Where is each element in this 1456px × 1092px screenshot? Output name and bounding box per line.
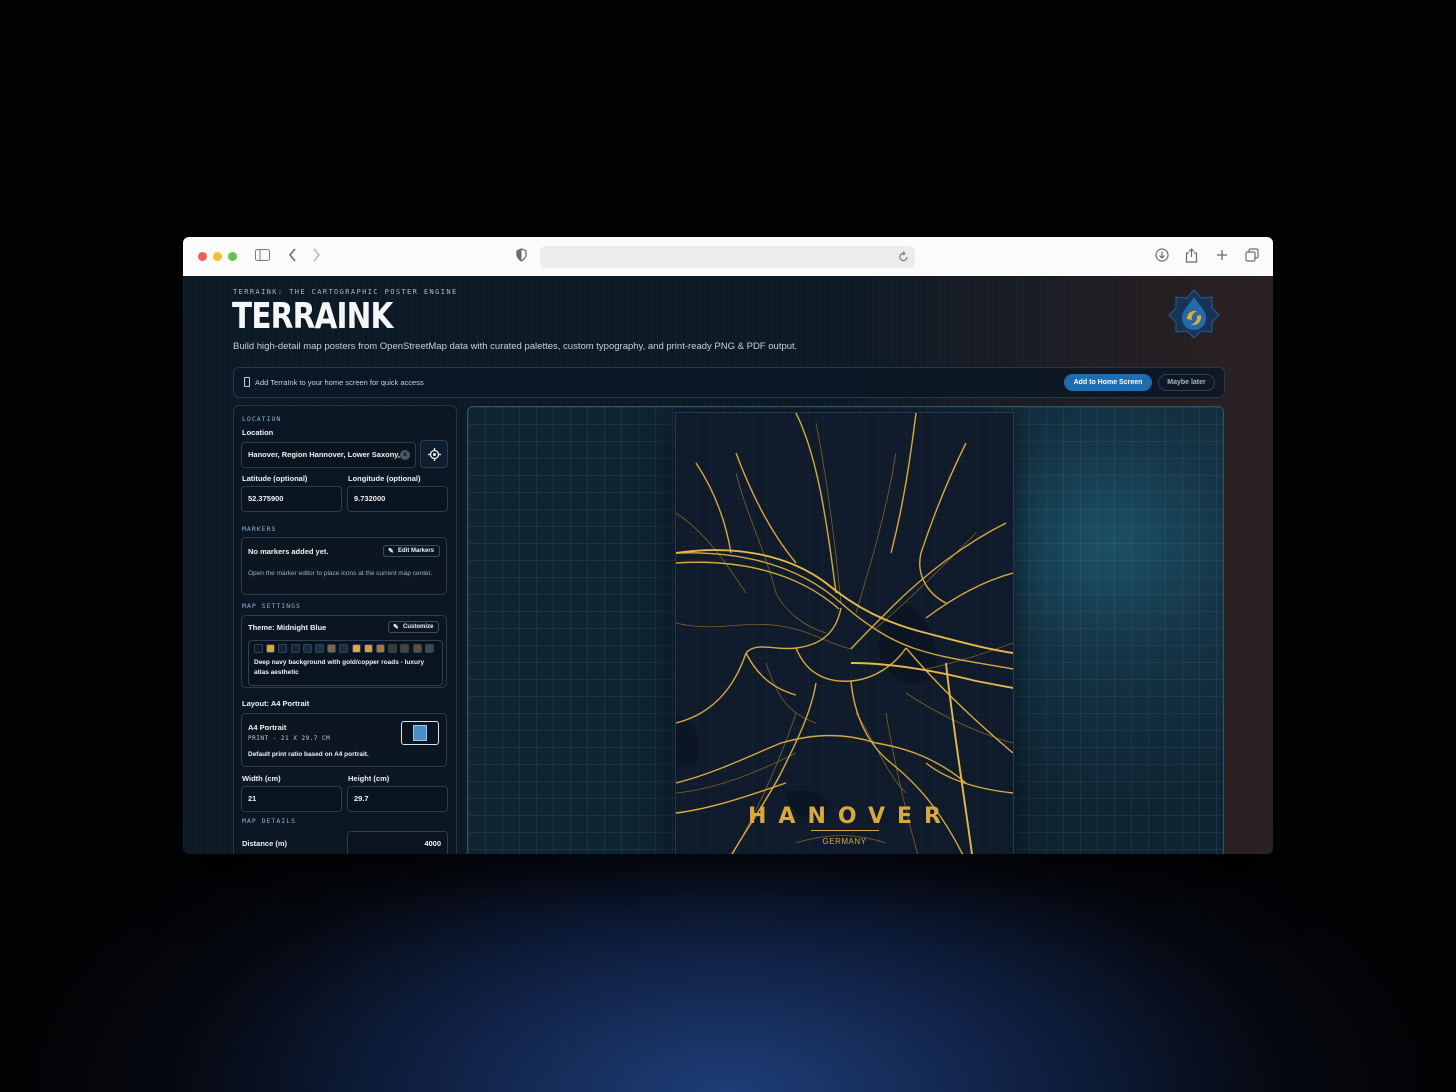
layout-card-title: A4 Portrait bbox=[248, 723, 287, 732]
markers-empty-text: No markers added yet. bbox=[248, 547, 329, 556]
maximize-window-button[interactable] bbox=[228, 252, 237, 261]
palette-swatch bbox=[363, 644, 373, 653]
app-title: TERRAINK bbox=[232, 296, 393, 337]
portrait-page-icon bbox=[413, 725, 427, 741]
palette-swatch bbox=[254, 644, 263, 653]
layout-card-description: Default print ratio based on A4 portrait… bbox=[248, 751, 369, 758]
height-input[interactable]: 29.7 bbox=[347, 786, 448, 812]
height-label: Height (cm) bbox=[348, 774, 390, 783]
latitude-label: Latitude (optional) bbox=[242, 474, 308, 483]
location-input[interactable]: Hanover, Region Hannover, Lower Saxony, … bbox=[241, 442, 416, 468]
edit-icon: ✎ bbox=[393, 624, 399, 631]
poster-divider bbox=[811, 830, 879, 831]
palette-swatch bbox=[290, 644, 300, 653]
section-location: LOCATION bbox=[242, 415, 282, 423]
longitude-label: Longitude (optional) bbox=[348, 474, 421, 483]
location-value: Hanover, Region Hannover, Lower Saxony, bbox=[248, 450, 400, 459]
palette-swatch bbox=[376, 644, 385, 653]
install-banner-text: Add TerraInk to your home screen for qui… bbox=[255, 378, 424, 387]
layout-label: Layout: A4 Portrait bbox=[242, 699, 310, 708]
theme-description: Deep navy background with gold/copper ro… bbox=[254, 659, 425, 676]
close-window-button[interactable] bbox=[198, 252, 207, 261]
palette-swatch bbox=[327, 644, 337, 653]
edit-markers-label: Edit Markers bbox=[398, 548, 435, 554]
phone-icon bbox=[244, 377, 250, 387]
map-roads bbox=[676, 413, 1013, 854]
edit-icon: ✎ bbox=[388, 548, 394, 555]
add-to-home-screen-button[interactable]: Add to Home Screen bbox=[1064, 374, 1152, 391]
app-subtitle: Build high-detail map posters from OpenS… bbox=[233, 341, 798, 352]
palette-swatch bbox=[278, 644, 288, 653]
section-map-details: MAP DETAILS bbox=[242, 817, 297, 825]
address-bar[interactable] bbox=[540, 246, 915, 268]
palette-swatch bbox=[302, 644, 312, 653]
use-my-location-button[interactable] bbox=[420, 440, 448, 468]
width-label: Width (cm) bbox=[242, 774, 281, 783]
palette-swatch bbox=[388, 644, 398, 653]
new-tab-icon[interactable] bbox=[1216, 248, 1228, 264]
map-poster[interactable]: HANOVER GERMANY bbox=[675, 412, 1014, 854]
palette-swatch bbox=[339, 644, 349, 653]
app-eyebrow: TERRAINK: THE CARTOGRAPHIC POSTER ENGINE bbox=[233, 288, 458, 296]
palette-swatch bbox=[424, 644, 434, 653]
poster-city-name: HANOVER bbox=[748, 804, 953, 829]
markers-card: No markers added yet. ✎ Edit Markers Open… bbox=[241, 537, 447, 595]
minimize-window-button[interactable] bbox=[213, 252, 222, 261]
palette-swatch bbox=[400, 644, 410, 653]
theme-label: Theme: Midnight Blue bbox=[248, 623, 327, 632]
distance-input[interactable]: 4000 bbox=[347, 831, 448, 854]
terraink-logo-icon bbox=[1168, 288, 1220, 340]
privacy-shield-icon[interactable] bbox=[516, 248, 527, 265]
palette-swatch bbox=[315, 644, 324, 653]
share-icon[interactable] bbox=[1185, 248, 1198, 266]
distance-label: Distance (m) bbox=[242, 839, 288, 848]
theme-card[interactable]: Theme: Midnight Blue ✎ Customize Deep nav… bbox=[241, 615, 447, 688]
crosshair-icon bbox=[428, 448, 441, 461]
customize-theme-button[interactable]: ✎ Customize bbox=[388, 621, 440, 633]
markers-hint: Open the marker editor to place icons at… bbox=[248, 570, 433, 577]
browser-toolbar bbox=[183, 237, 1273, 277]
layout-card-subtitle: PRINT - 21 X 29.7 CM bbox=[248, 735, 331, 742]
clear-location-icon[interactable]: × bbox=[400, 450, 410, 460]
location-label: Location bbox=[242, 428, 274, 437]
poster-country-name: GERMANY bbox=[822, 837, 867, 846]
section-markers: MARKERS bbox=[242, 525, 277, 533]
palette-swatch bbox=[266, 644, 276, 653]
width-input[interactable]: 21 bbox=[241, 786, 342, 812]
back-icon[interactable] bbox=[288, 248, 297, 265]
poster-preview-area: HANOVER GERMANY bbox=[467, 406, 1224, 854]
maybe-later-button[interactable]: Maybe later bbox=[1158, 374, 1215, 391]
edit-markers-button[interactable]: ✎ Edit Markers bbox=[383, 545, 441, 557]
palette-swatch bbox=[351, 644, 361, 653]
palette-preview: Deep navy background with gold/copper ro… bbox=[248, 640, 443, 686]
app-content: TERRAINK: THE CARTOGRAPHIC POSTER ENGINE… bbox=[183, 276, 1273, 854]
palette-swatch bbox=[412, 644, 422, 653]
latitude-input[interactable]: 52.375900 bbox=[241, 486, 342, 512]
layout-ratio-preview bbox=[401, 721, 439, 745]
downloads-icon[interactable] bbox=[1155, 248, 1169, 265]
longitude-input[interactable]: 9.732000 bbox=[347, 486, 448, 512]
browser-window: TERRAINK: THE CARTOGRAPHIC POSTER ENGINE… bbox=[183, 237, 1273, 854]
layout-card[interactable]: A4 Portrait PRINT - 21 X 29.7 CM Default… bbox=[241, 713, 447, 767]
section-map-settings: MAP SETTINGS bbox=[242, 602, 301, 610]
reload-icon[interactable] bbox=[898, 250, 909, 268]
settings-panel: LOCATION Location Hanover, Region Hannov… bbox=[233, 405, 457, 854]
forward-icon[interactable] bbox=[312, 248, 321, 265]
install-banner: Add TerraInk to your home screen for qui… bbox=[233, 367, 1225, 398]
sidebar-toggle-icon[interactable] bbox=[255, 248, 270, 264]
tab-overview-icon[interactable] bbox=[1245, 248, 1259, 265]
customize-label: Customize bbox=[403, 624, 434, 630]
